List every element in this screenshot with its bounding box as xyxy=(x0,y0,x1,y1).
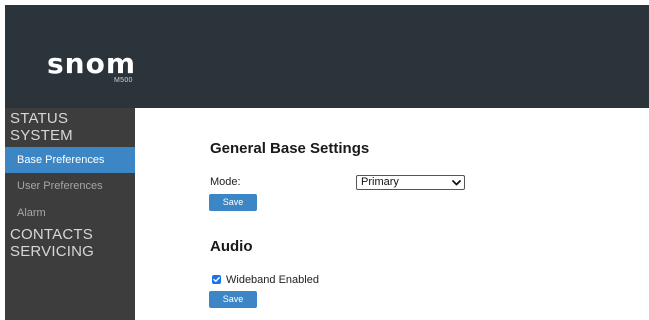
nav-system[interactable]: SYSTEM xyxy=(5,127,135,144)
general-save-button[interactable]: Save xyxy=(209,194,257,211)
sidebar: STATUS SYSTEM Base Preferences User Pref… xyxy=(5,108,135,320)
nav-item-base-preferences[interactable]: Base Preferences xyxy=(5,147,135,173)
nav-status[interactable]: STATUS xyxy=(5,110,135,127)
nav-contacts[interactable]: CONTACTS xyxy=(5,226,135,243)
mode-select-value: Primary xyxy=(361,176,399,188)
header-bar: snom M500 xyxy=(5,5,649,108)
mode-select[interactable]: Primary xyxy=(356,175,465,190)
snom-logo: snom M500 xyxy=(5,5,135,108)
nav-servicing[interactable]: SERVICING xyxy=(5,243,135,260)
logo-wordmark: snom xyxy=(47,47,137,80)
nav-item-user-preferences[interactable]: User Preferences xyxy=(5,173,135,199)
chevron-down-icon xyxy=(452,180,461,186)
wideband-label: Wideband Enabled xyxy=(226,274,319,286)
check-icon xyxy=(213,276,220,282)
nav-item-alarm[interactable]: Alarm xyxy=(5,200,135,226)
mode-label: Mode: xyxy=(210,176,241,188)
main-content: General Base Settings Mode: Primary Save… xyxy=(135,108,649,320)
audio-title: Audio xyxy=(210,238,253,255)
wideband-checkbox[interactable] xyxy=(212,275,221,284)
logo-model-label: M500 xyxy=(114,77,133,84)
general-settings-title: General Base Settings xyxy=(210,140,370,157)
audio-save-button[interactable]: Save xyxy=(209,291,257,308)
